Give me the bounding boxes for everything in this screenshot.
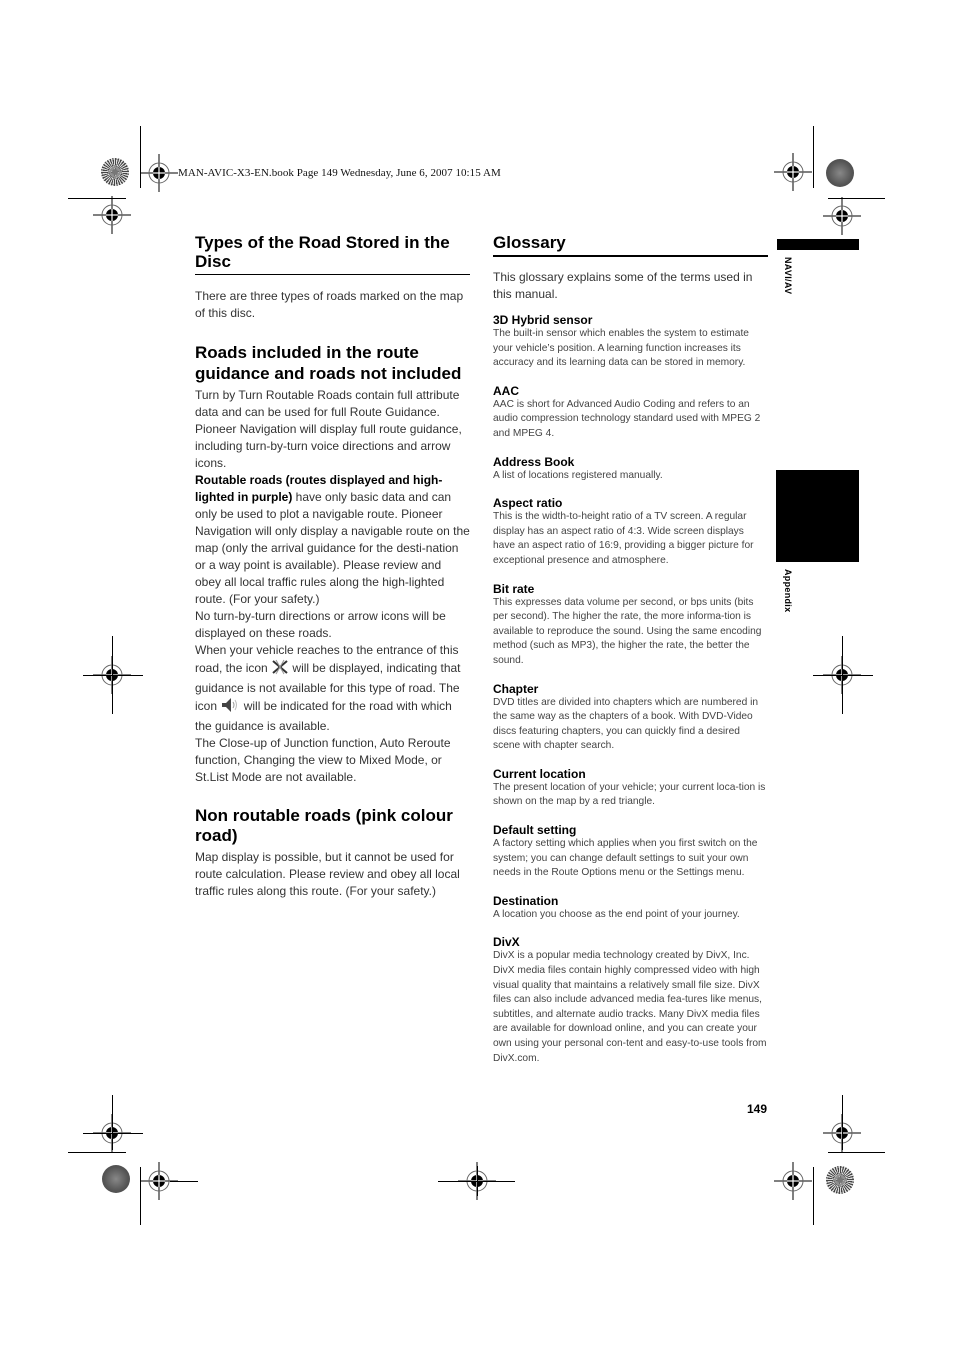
- crop-line: [477, 1166, 478, 1196]
- crop-line: [813, 1167, 814, 1225]
- glossary-intro: This glossary explains some of the terms…: [493, 270, 753, 301]
- section-title-types: Types of the Road Stored in the Disc: [195, 233, 450, 271]
- print-header: MAN-AVIC-X3-EN.book Page 149 Wednesday, …: [178, 167, 501, 179]
- side-label-appendix: Appendix: [783, 569, 793, 613]
- section-title-non-routable: Non routable roads (pink colour road): [195, 806, 453, 845]
- registration-mark-icon: [774, 1162, 812, 1200]
- side-label-navi-av: NAVI/AV: [783, 257, 793, 295]
- crop-line: [813, 126, 814, 188]
- glossary-term: Current location: [493, 766, 586, 781]
- registration-mark-icon: [774, 153, 812, 191]
- glossary-definition: The present location of your vehicle; yo…: [493, 781, 766, 808]
- section-tab-bar-navi-av: [777, 239, 859, 250]
- included-p3: No turn-by-turn directions or arrow icon…: [195, 609, 446, 640]
- section-tab-block-appendix: [776, 470, 859, 562]
- glossary-title: Glossary: [493, 233, 566, 252]
- types-body: There are three types of roads marked on…: [195, 289, 464, 320]
- glossary-term: Chapter: [493, 681, 539, 696]
- registration-mark-icon: [93, 196, 131, 234]
- crop-line: [842, 1095, 843, 1150]
- glossary-entry: Chapter DVD titles are divided into chapt…: [493, 682, 768, 754]
- glossary-definition: A list of locations registered manually.: [493, 469, 663, 481]
- color-rosette-icon: [101, 158, 129, 186]
- crop-line: [68, 1152, 126, 1153]
- crop-line: [83, 675, 143, 676]
- color-rosette-icon: [826, 1166, 854, 1194]
- crop-line: [828, 1152, 885, 1153]
- glossary-entry: Current location The present location of …: [493, 767, 768, 810]
- glossary-definition: This is the width-to-height ratio of a T…: [493, 511, 754, 566]
- glossary-term: Bit rate: [493, 581, 535, 596]
- glossary-list: 3D Hybrid sensor The built-in sensor whic…: [493, 313, 768, 1066]
- glossary-entry: DivX DivX is a popular media technology c…: [493, 935, 768, 1066]
- registration-mark-icon: [823, 197, 861, 235]
- glossary-term: 3D Hybrid sensor: [493, 313, 593, 327]
- glossary-entry: Address Book A list of locations register…: [493, 455, 768, 484]
- included-p5: The Close-up of Junction function, Auto …: [195, 736, 451, 784]
- included-p1: Turn by Turn Routable Roads contain full…: [195, 388, 462, 470]
- glossary-definition: DVD titles are divided into chapters whi…: [493, 696, 759, 752]
- glossary-term: Address Book: [493, 454, 575, 469]
- glossary-header: Glossary: [493, 233, 768, 257]
- glossary-definition: A factory setting which applies when you…: [493, 838, 758, 879]
- glossary-term: DivX: [493, 935, 520, 950]
- crop-line: [83, 1133, 143, 1134]
- glossary-definition: This expresses data volume per second, o…: [493, 596, 762, 666]
- section-types: Types of the Road Stored in the Disc: [195, 233, 470, 275]
- glossary-entry: AAC AAC is short for Advanced Audio Codin…: [493, 384, 768, 442]
- glossary-column: Glossary This glossary explains some of …: [493, 233, 768, 1066]
- color-rosette-icon: [102, 1165, 130, 1193]
- glossary-term: Destination: [493, 893, 559, 908]
- guidance-unavailable-icon: [271, 659, 289, 680]
- glossary-entry: Destination A location you choose as the …: [493, 894, 768, 923]
- section-title-included: Roads included in the route guidance and…: [195, 343, 462, 383]
- included-p2: Routable roads (routes displayed and hig…: [195, 472, 470, 608]
- voice-guidance-icon: [220, 697, 240, 718]
- crop-line: [813, 675, 873, 676]
- glossary-definition: AAC is short for Advanced Audio Coding a…: [493, 398, 761, 439]
- glossary-definition: The built-in sensor which enables the sy…: [493, 328, 749, 369]
- glossary-entry: 3D Hybrid sensor The built-in sensor whic…: [493, 313, 768, 371]
- color-rosette-icon: [826, 159, 854, 187]
- glossary-entry: Default setting A factory setting which a…: [493, 823, 768, 881]
- left-column: Types of the Road Stored in the Disc The…: [195, 233, 470, 900]
- crop-line: [170, 1181, 198, 1182]
- glossary-term: Aspect ratio: [493, 496, 563, 511]
- glossary-term: AAC: [493, 383, 519, 398]
- glossary-entry: Aspect ratio This is the width-to-height …: [493, 496, 768, 568]
- included-p4: When your vehicle reaches to the entranc…: [195, 642, 470, 735]
- registration-mark-icon: [140, 154, 178, 192]
- glossary-definition: DivX is a popular media technology creat…: [493, 950, 767, 1064]
- glossary-entry: Bit rate This expresses data volume per s…: [493, 582, 768, 669]
- glossary-definition: A location you choose as the end point o…: [493, 908, 740, 920]
- non-routable-body: Map display is possible, but it cannot b…: [195, 850, 460, 898]
- glossary-term: Default setting: [493, 823, 577, 838]
- crop-line: [112, 1095, 113, 1150]
- page-number: 149: [747, 1102, 768, 1116]
- included-p2-rest: have only basic data and can only be use…: [195, 490, 470, 606]
